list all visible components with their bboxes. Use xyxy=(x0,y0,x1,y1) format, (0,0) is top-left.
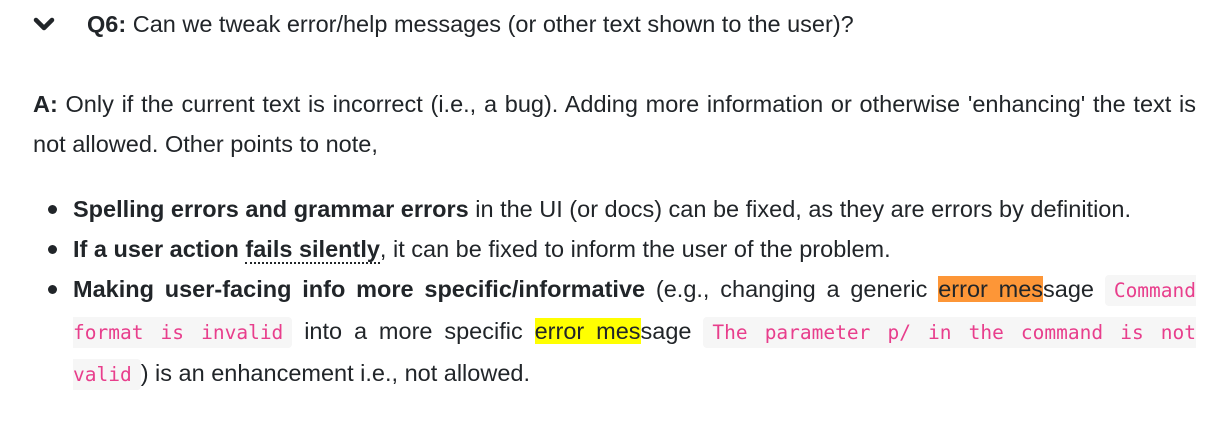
question-text: Q6: Can we tweak error/help messages (or… xyxy=(87,4,854,44)
point-3-text-1: (e.g., changing a generic xyxy=(655,276,928,302)
list-item: Making user-facing info more specific/in… xyxy=(48,269,1197,395)
point-3-text-1b: sage xyxy=(1043,276,1095,302)
point-3-text-2b: sage xyxy=(640,318,692,344)
question-header[interactable]: Q6: Can we tweak error/help messages (or… xyxy=(33,4,854,44)
notes-list: Spelling errors and grammar errors in th… xyxy=(33,189,1197,395)
point-2-text: , it can be fixed to inform the user of … xyxy=(379,236,891,262)
answer-label: A: xyxy=(33,91,58,117)
point-3-bold: Making user-facing info more specific/in… xyxy=(73,276,646,302)
point-3-text-2: into a more specific xyxy=(304,318,523,344)
highlight-yellow: error mes xyxy=(534,318,641,344)
list-item: Spelling errors and grammar errors in th… xyxy=(48,189,1196,229)
point-2-bold-prefix: If a user action xyxy=(73,236,239,262)
point-1-text: in the UI (or docs) can be fixed, as the… xyxy=(475,196,1131,222)
highlight-orange: error mes xyxy=(938,276,1044,302)
list-item: If a user action fails silently, it can … xyxy=(48,229,1196,269)
fails-silently-term: fails silently xyxy=(245,236,380,264)
point-1-bold: Spelling errors and grammar errors xyxy=(73,196,469,222)
point-3-text-3: ) is an enhancement i.e., not allowed. xyxy=(140,360,530,386)
point-2-bold: If a user action fails silently xyxy=(73,236,380,264)
answer-paragraph: A: Only if the current text is incorrect… xyxy=(33,84,1196,164)
question-body: Can we tweak error/help messages (or oth… xyxy=(132,11,854,37)
answer-text: Only if the current text is incorrect (i… xyxy=(33,91,1196,157)
question-label: Q6: xyxy=(87,11,127,37)
chevron-down-icon[interactable] xyxy=(33,16,55,32)
